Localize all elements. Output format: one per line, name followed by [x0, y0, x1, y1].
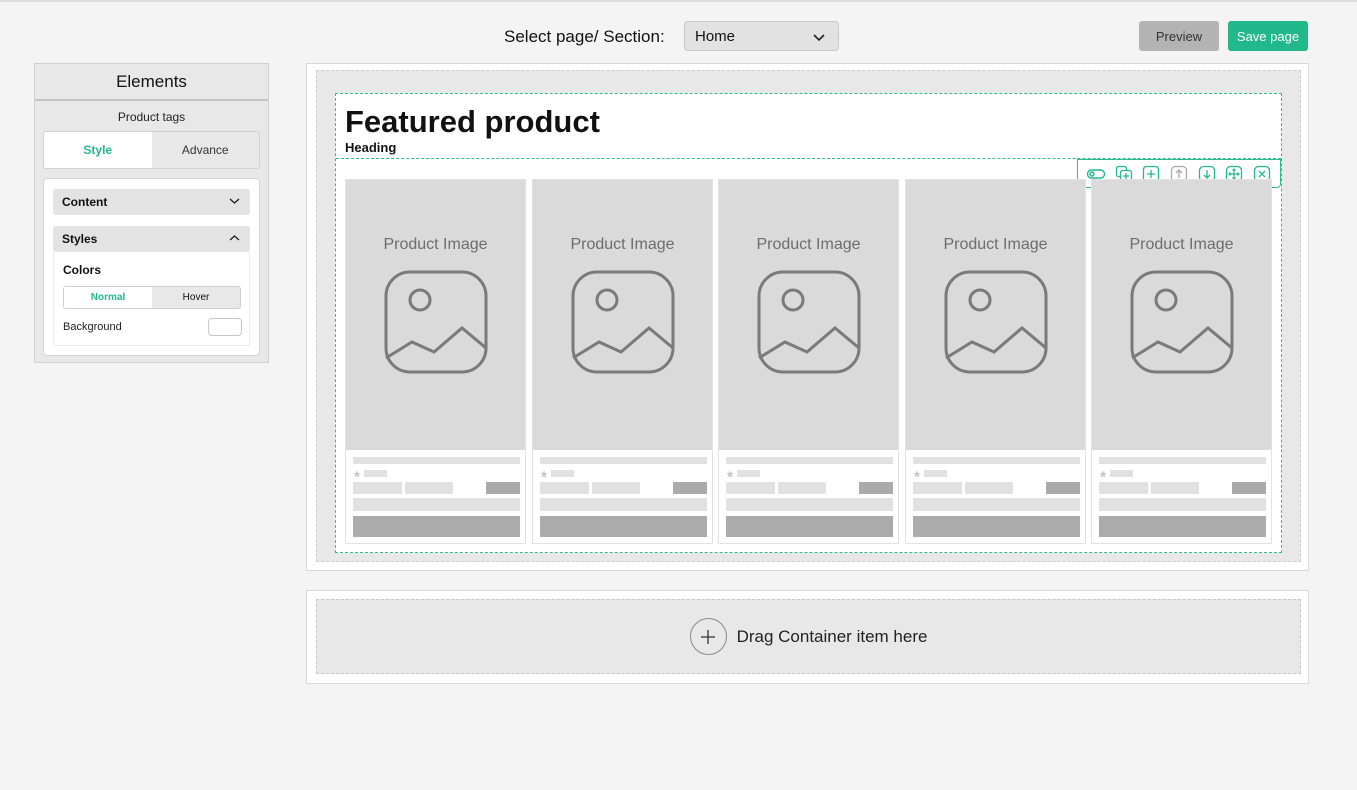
accordion-content-label: Content [62, 195, 108, 209]
add-container-button[interactable] [689, 618, 727, 655]
drag-container-dropzone[interactable]: Drag Container item here [316, 599, 1301, 674]
background-color-swatch[interactable] [208, 318, 242, 336]
product-title-line [353, 457, 520, 464]
chevron-down-icon [813, 34, 825, 42]
image-icon [944, 270, 1048, 374]
sale-badge [486, 482, 520, 494]
dropzone-label: Drag Container item here [736, 626, 928, 646]
product-image-label: Product Image [383, 236, 488, 253]
colors-label: Colors [63, 263, 102, 277]
panel-subtitle: Product tags [117, 110, 186, 124]
rating-line [737, 470, 760, 477]
product-card[interactable]: Product Image [905, 179, 1086, 544]
panel-title: Elements [35, 64, 268, 101]
heading-block[interactable]: Featured product Heading [336, 94, 1281, 159]
tab-style[interactable]: Style [44, 132, 152, 168]
rating-line [1110, 470, 1133, 477]
product-title-line [1099, 457, 1266, 464]
tab-normal[interactable]: Normal [64, 287, 152, 308]
page-section-select-value: Home [695, 27, 736, 45]
page-section-select[interactable]: Home [684, 21, 839, 51]
price-line [913, 482, 962, 494]
compare-price-line [592, 482, 640, 494]
variant-selector-placeholder [540, 498, 707, 511]
star-icon [913, 470, 921, 478]
top-divider [0, 0, 1357, 2]
product-image-placeholder: Product Image [906, 180, 1085, 450]
accordion-styles[interactable]: Styles [53, 226, 250, 252]
star-icon [1099, 470, 1107, 478]
product-card[interactable]: Product Image [532, 179, 713, 544]
add-to-cart-placeholder[interactable] [540, 516, 707, 537]
product-image-label: Product Image [570, 236, 675, 253]
canvas-container: Featured product Heading Product Image P… [306, 63, 1309, 571]
tab-hover[interactable]: Hover [152, 287, 240, 308]
sale-badge [859, 482, 893, 494]
add-to-cart-placeholder[interactable] [726, 516, 893, 537]
product-image-label: Product Image [1129, 236, 1234, 253]
price-line [353, 482, 402, 494]
price-line [540, 482, 589, 494]
properties-card: Content Styles Colors Normal Hover Backg… [43, 178, 260, 356]
section-heading: Featured product [345, 104, 600, 139]
add-to-cart-placeholder[interactable] [1099, 516, 1266, 537]
variant-selector-placeholder [353, 498, 520, 511]
product-image-placeholder: Product Image [533, 180, 712, 450]
product-image-placeholder: Product Image [346, 180, 525, 450]
image-icon [757, 270, 861, 374]
rating-line [551, 470, 574, 477]
rating-line [364, 470, 387, 477]
preview-button[interactable]: Preview [1139, 21, 1219, 51]
elements-panel: Elements Product tags Style Advance Cont… [34, 63, 269, 363]
product-title-line [913, 457, 1080, 464]
variant-selector-placeholder [913, 498, 1080, 511]
plus-icon [701, 629, 716, 644]
variant-selector-placeholder [1099, 498, 1266, 511]
product-image-label: Product Image [943, 236, 1048, 253]
accordion-styles-label: Styles [62, 232, 98, 246]
star-icon [353, 470, 361, 478]
color-state-tabs: Normal Hover [63, 286, 241, 309]
style-advance-tabs: Style Advance [43, 131, 260, 169]
star-icon [540, 470, 548, 478]
heading-caption: Heading [345, 140, 397, 155]
sale-badge [1232, 482, 1266, 494]
variant-selector-placeholder [726, 498, 893, 511]
product-image-placeholder: Product Image [719, 180, 898, 450]
chevron-up-icon [229, 235, 240, 241]
image-icon [1130, 270, 1234, 374]
compare-price-line [965, 482, 1013, 494]
page-section-label: Select page/ Section: [504, 27, 665, 46]
image-icon [384, 270, 488, 374]
background-label: Background [63, 321, 122, 333]
accordion-content[interactable]: Content [53, 189, 250, 215]
rating-line [924, 470, 947, 477]
sale-badge [673, 482, 707, 494]
save-page-button[interactable]: Save page [1228, 21, 1308, 51]
price-line [1099, 482, 1148, 494]
product-card[interactable]: Product Image [345, 179, 526, 544]
compare-price-line [778, 482, 826, 494]
compare-price-line [405, 482, 453, 494]
star-icon [726, 470, 734, 478]
compare-price-line [1151, 482, 1199, 494]
add-to-cart-placeholder[interactable] [353, 516, 520, 537]
product-image-placeholder: Product Image [1092, 180, 1271, 450]
product-title-line [726, 457, 893, 464]
sale-badge [1046, 482, 1080, 494]
product-title-line [540, 457, 707, 464]
product-card[interactable]: Product Image [718, 179, 899, 544]
tab-advance[interactable]: Advance [152, 132, 260, 168]
empty-container: Drag Container item here [306, 590, 1309, 684]
price-line [726, 482, 775, 494]
featured-product-section[interactable]: Featured product Heading Product Image P… [335, 93, 1282, 553]
styles-body: Colors Normal Hover Background [53, 252, 250, 346]
chevron-down-icon [229, 198, 240, 204]
add-to-cart-placeholder[interactable] [913, 516, 1080, 537]
product-image-label: Product Image [756, 236, 861, 253]
image-icon [571, 270, 675, 374]
container-dropzone: Featured product Heading Product Image P… [316, 70, 1301, 562]
product-card[interactable]: Product Image [1091, 179, 1272, 544]
